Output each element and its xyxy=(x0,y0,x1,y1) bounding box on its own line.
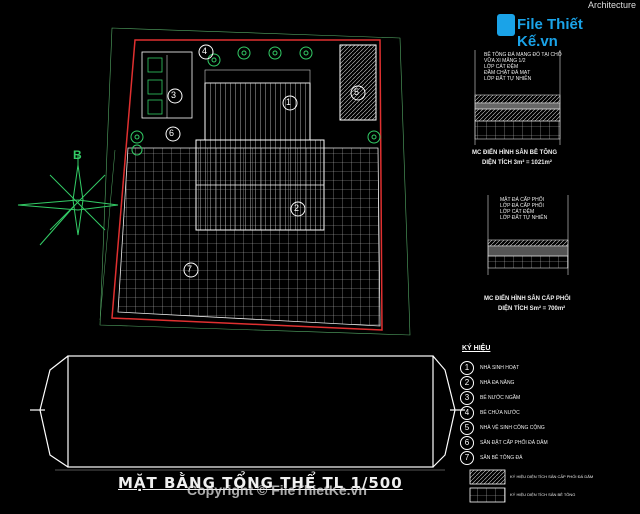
building-5 xyxy=(339,44,377,121)
legend-item: 2 NHÀ ĐA NĂNG xyxy=(460,375,548,390)
building-label-1: 1 xyxy=(286,97,292,107)
building-label-3: 3 xyxy=(171,90,177,100)
building-label-6: 6 xyxy=(169,128,175,138)
legend-title: KÝ HIỆU xyxy=(462,345,491,352)
legend-item: 4 BỂ CHỨA NƯỚC xyxy=(460,405,548,420)
section-2-title: MC ĐIỂN HÌNH SÂN CẤP PHỐI xyxy=(484,296,571,302)
building-label-2: 2 xyxy=(294,203,300,213)
building-label-4: 4 xyxy=(202,46,208,56)
legend-swatch-label-concrete: KÝ HIỆU DIỆN TÍCH SÂN BÊ TÔNG xyxy=(510,492,576,497)
section-1-title: MC ĐIỂN HÌNH SÂN BÊ TÔNG xyxy=(472,150,558,156)
copyright-watermark: Copyright © FileThietKe.vn xyxy=(187,482,367,498)
building-1 xyxy=(204,82,311,141)
legend-item: 3 BỂ NƯỚC NGẦM xyxy=(460,390,548,405)
legend-list: 1 NHÀ SINH HOẠT 2 NHÀ ĐA NĂNG 3 BỂ NƯỚC NGẦ… xyxy=(460,360,548,465)
legend-item: 1 NHÀ SINH HOẠT xyxy=(460,360,548,375)
north-compass xyxy=(17,155,119,246)
legend-swatch-label-gravel: KÝ HIỆU DIỆN TÍCH SÂN CẤP PHỐI ĐÁ DĂM xyxy=(510,474,594,479)
section-2-area: DIỆN TÍCH Sm² = 700m² xyxy=(498,306,566,312)
section-1-area: DIỆN TÍCH 3m² = 1021m² xyxy=(482,160,552,166)
legend-item: 6 SÂN ĐẶT CẤP PHỐI ĐÁ DĂM xyxy=(460,435,548,450)
legend-swatch-gravel xyxy=(469,469,506,485)
section-2-layers: MẶT ĐÁ CẤP PHỐI LỚP ĐÁ CẤP PHỐI LỚP CÁT … xyxy=(500,197,548,221)
section-1-layers: BÊ TÔNG ĐÁ MẠNG ĐỔ TẠI CHỖ VỮA XI MĂNG 1… xyxy=(484,52,562,82)
building-label-5: 5 xyxy=(354,87,360,97)
building-label-7: 7 xyxy=(187,264,193,274)
legend-item: 7 SÂN BÊ TÔNG ĐÁ xyxy=(460,450,548,465)
north-label: B xyxy=(73,148,82,162)
title-banner xyxy=(30,355,465,471)
legend-swatch-concrete xyxy=(469,487,506,503)
legend-item: 5 NHÀ VỆ SINH CÔNG CỘNG xyxy=(460,420,548,435)
